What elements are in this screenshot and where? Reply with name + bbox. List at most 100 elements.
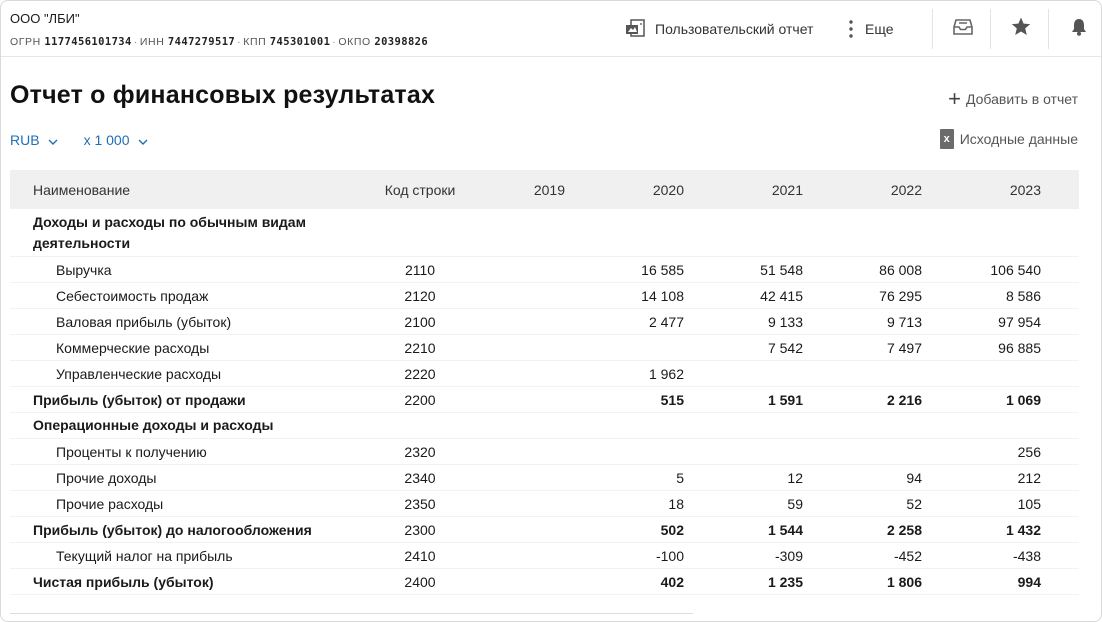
row-name: Проценты к получению xyxy=(56,443,207,460)
cell-2021: 1 591 xyxy=(767,391,803,408)
cell-2022: 2 216 xyxy=(886,391,922,408)
cell-2020: 402 xyxy=(660,573,684,590)
currency-select[interactable]: RUB xyxy=(10,132,58,148)
divider xyxy=(10,613,693,614)
cell-2021: 1 235 xyxy=(767,573,803,590)
inbox-icon xyxy=(953,18,973,40)
chevron-down-icon xyxy=(138,132,148,148)
row-code: 2400 xyxy=(404,573,436,590)
inn-label: ИНН xyxy=(139,36,165,48)
cell-2023: 8 586 xyxy=(1005,287,1041,304)
cell-2023: 212 xyxy=(1017,469,1041,486)
excel-icon: x xyxy=(939,129,954,149)
okpo-value: 20398826 xyxy=(374,36,429,48)
cell-2023: 96 885 xyxy=(998,339,1041,356)
row-name: Чистая прибыль (убыток) xyxy=(33,573,214,590)
table-row-total: Чистая прибыль (убыток) 2400 402 1 235 1… xyxy=(10,569,1079,595)
header-divider xyxy=(990,9,991,49)
table-row-total: Прибыль (убыток) от продажи 2200 515 1 5… xyxy=(10,387,1079,413)
add-to-report-label: Добавить в отчет xyxy=(965,91,1078,107)
cell-2022: -452 xyxy=(893,547,922,564)
row-code: 2200 xyxy=(404,391,436,408)
header-bar: ООО "ЛБИ" ОГРН 1177456101734 · ИНН 7447279… xyxy=(1,1,1101,57)
cell-2020: 14 108 xyxy=(641,287,684,304)
okpo-label: ОКПО xyxy=(338,36,371,48)
cell-2023: 105 xyxy=(1017,495,1041,512)
app-window: ООО "ЛБИ" ОГРН 1177456101734 · ИНН 7447279… xyxy=(0,0,1102,622)
table-row: Прочие расходы 2350 18 59 52 105 xyxy=(10,491,1079,517)
column-header-name[interactable]: Наименование xyxy=(10,182,370,198)
cell-2021: -309 xyxy=(774,547,803,564)
table-row-total: Прибыль (убыток) до налогообложения 2300… xyxy=(10,517,1079,543)
cell-2023: -438 xyxy=(1012,547,1041,564)
row-name: Прибыль (убыток) от продажи xyxy=(33,391,246,408)
cell-2023: 1 069 xyxy=(1005,391,1041,408)
source-data-label: Исходные данные xyxy=(959,131,1078,147)
more-label: Еще xyxy=(865,21,894,37)
inbox-button[interactable] xyxy=(941,1,985,57)
notifications-button[interactable] xyxy=(1057,1,1101,57)
favorite-button[interactable] xyxy=(999,1,1043,57)
table-row: Выручка 2110 16 585 51 548 86 008 106 54… xyxy=(10,257,1079,283)
row-code: 2110 xyxy=(404,261,436,278)
row-code: 2320 xyxy=(404,443,436,460)
pdf-report-icon xyxy=(625,19,649,39)
column-header-2020[interactable]: 2020 xyxy=(589,182,708,198)
report-selectors: RUB х 1 000 xyxy=(10,132,148,148)
cell-2020: 18 xyxy=(668,495,684,512)
row-name: Выручка xyxy=(56,261,112,278)
multiplier-value: х 1 000 xyxy=(83,132,130,148)
row-name: Прибыль (убыток) до налогообложения xyxy=(33,521,312,538)
currency-value: RUB xyxy=(10,132,40,148)
column-header-2019[interactable]: 2019 xyxy=(470,182,589,198)
cell-2022: 2 258 xyxy=(886,521,922,538)
multiplier-select[interactable]: х 1 000 xyxy=(84,132,148,148)
row-name: Прочие доходы xyxy=(56,469,157,486)
cell-2022: 52 xyxy=(906,495,922,512)
row-code: 2300 xyxy=(404,521,436,538)
cell-2022: 76 295 xyxy=(879,287,922,304)
ogrn-value: 1177456101734 xyxy=(44,36,132,48)
cell-2022: 7 497 xyxy=(886,339,922,356)
cell-2020: 502 xyxy=(660,521,684,538)
add-to-report-button[interactable]: + Добавить в отчет xyxy=(948,88,1078,110)
cell-2020: 16 585 xyxy=(641,261,684,278)
company-identifiers: ОГРН 1177456101734 · ИНН 7447279517 · КПП 74… xyxy=(10,36,429,48)
row-name: Управленческие расходы xyxy=(56,365,222,382)
table-row: Проценты к получению 2320 256 xyxy=(10,439,1079,465)
column-header-2022[interactable]: 2022 xyxy=(827,182,946,198)
column-header-2021[interactable]: 2021 xyxy=(708,182,827,198)
row-name: Прочие расходы xyxy=(56,495,164,512)
row-name: Текущий налог на прибыль xyxy=(56,547,233,564)
more-button[interactable]: Еще xyxy=(849,1,894,57)
star-icon xyxy=(1011,17,1031,41)
table-row: Управленческие расходы 2220 1 962 xyxy=(10,361,1079,387)
cell-2022: 1 806 xyxy=(886,573,922,590)
row-name: Доходы и расходы по обычным видам деятел… xyxy=(33,214,306,251)
table-row-section: Доходы и расходы по обычным видам деятел… xyxy=(10,209,1079,257)
custom-report-button[interactable]: Пользовательский отчет xyxy=(625,1,813,57)
source-data-button[interactable]: x Исходные данные xyxy=(939,129,1078,149)
kpp-label: КПП xyxy=(243,36,267,48)
row-name: Коммерческие расходы xyxy=(56,339,210,356)
inn-value: 7447279517 xyxy=(167,36,236,48)
header-divider xyxy=(932,9,933,49)
kpp-value: 745301001 xyxy=(269,36,331,48)
column-header-2023[interactable]: 2023 xyxy=(946,182,1065,198)
row-code: 2210 xyxy=(404,339,436,356)
column-header-code[interactable]: Код строки xyxy=(370,182,470,198)
ogrn-label: ОГРН xyxy=(10,36,41,48)
cell-2021: 12 xyxy=(787,469,803,486)
row-code: 2340 xyxy=(404,469,436,486)
bell-icon xyxy=(1070,18,1088,41)
cell-2021: 42 415 xyxy=(760,287,803,304)
company-name: ООО "ЛБИ" xyxy=(10,11,80,26)
table-row: Коммерческие расходы 2210 7 542 7 497 96… xyxy=(10,335,1079,361)
cell-2021: 51 548 xyxy=(760,261,803,278)
cell-2021: 1 544 xyxy=(767,521,803,538)
table-row-section: Операционные доходы и расходы xyxy=(10,413,1079,439)
row-name: Операционные доходы и расходы xyxy=(33,417,274,433)
financial-results-table: Наименование Код строки 2019 2020 2021 2… xyxy=(10,170,1079,595)
cell-2023: 106 540 xyxy=(990,261,1041,278)
cell-2023: 256 xyxy=(1017,443,1041,460)
